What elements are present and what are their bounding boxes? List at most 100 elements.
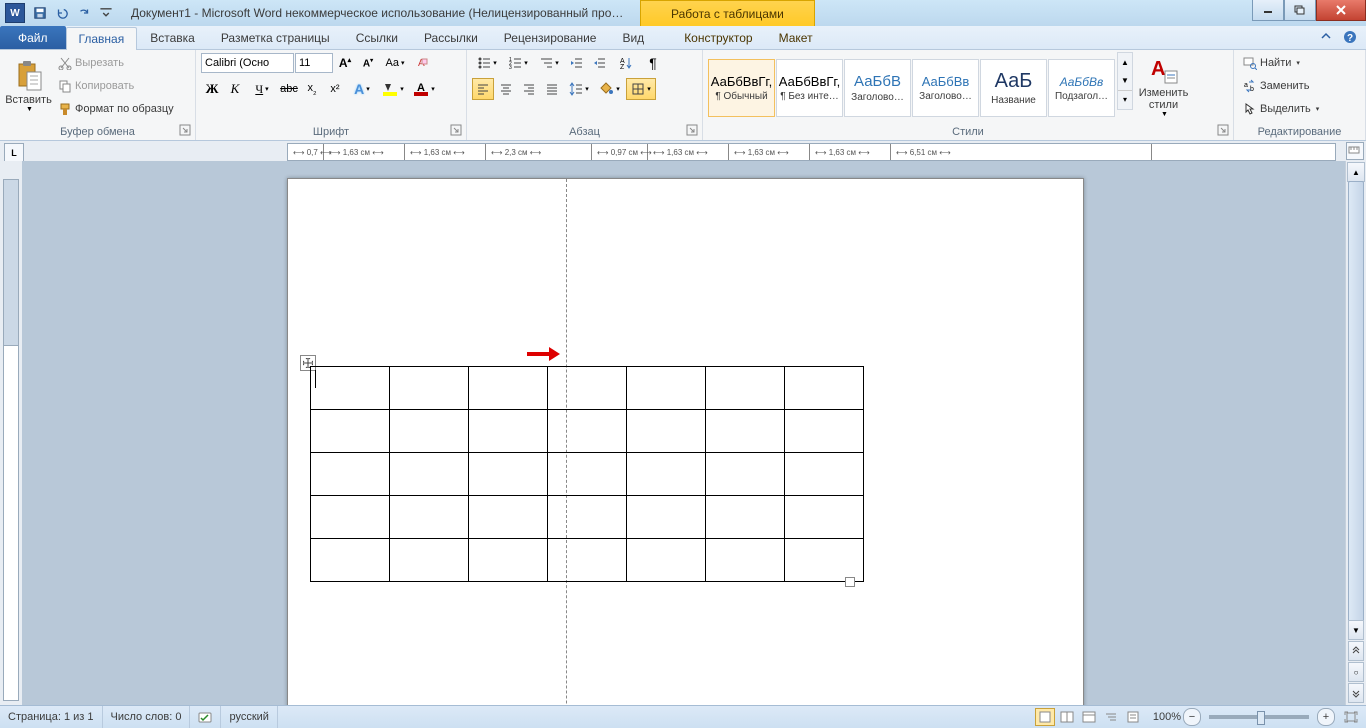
find-button[interactable]: Найти▾ <box>1239 52 1323 74</box>
bold-button[interactable]: Ж <box>201 78 223 100</box>
style-item-1[interactable]: АаБбВвГг,¶ Без инте… <box>776 59 843 117</box>
save-button[interactable] <box>30 3 50 23</box>
italic-button[interactable]: К <box>224 78 246 100</box>
sort-button[interactable]: AZ <box>611 52 641 74</box>
font-name-input[interactable] <box>201 53 294 73</box>
ruler-toggle-button[interactable] <box>1346 142 1364 160</box>
status-word-count[interactable]: Число слов: 0 <box>103 706 191 728</box>
tab-table-layout[interactable]: Макет <box>766 26 826 49</box>
scroll-up-button[interactable]: ▲ <box>1347 162 1365 182</box>
styles-gallery-more[interactable]: ▲▼▾ <box>1117 52 1133 110</box>
zoom-out-button[interactable]: − <box>1183 708 1201 726</box>
text-effects-button[interactable]: A▾ <box>347 78 377 100</box>
svg-text:a: a <box>1244 82 1248 89</box>
paragraph-dialog-launcher[interactable] <box>686 124 700 138</box>
format-painter-button[interactable]: Формат по образцу <box>54 98 178 120</box>
view-outline-button[interactable] <box>1101 708 1121 726</box>
view-web-layout-button[interactable] <box>1079 708 1099 726</box>
shading-button[interactable]: ▾ <box>595 78 625 100</box>
font-color-button[interactable]: A▾ <box>409 78 439 100</box>
view-print-layout-button[interactable] <box>1035 708 1055 726</box>
numbering-button[interactable]: 123▾ <box>503 52 533 74</box>
group-paragraph: ▾ 123▾ ▾ AZ ¶ ▾ ▾ ▾ А <box>467 50 703 140</box>
scroll-thumb[interactable] <box>1348 181 1364 623</box>
horizontal-ruler[interactable]: ⟷ 0,7 ⟷⟷ 1,63 см ⟷⟷ 1,63 см ⟷⟷ 2,3 см ⟷⟷… <box>287 143 1336 161</box>
style-item-3[interactable]: АаБбВвЗаголово… <box>912 59 979 117</box>
copy-button[interactable]: Копировать <box>54 75 178 97</box>
change-styles-button[interactable]: A Изменить стили ▼ <box>1135 52 1192 120</box>
tab-insert[interactable]: Вставка <box>137 26 208 49</box>
vertical-scrollbar[interactable]: ▲ ▼ ○ <box>1345 161 1366 706</box>
view-draft-button[interactable] <box>1123 708 1143 726</box>
style-item-2[interactable]: АаБбВЗаголово… <box>844 59 911 117</box>
tab-mailings[interactable]: Рассылки <box>411 26 491 49</box>
browse-object-button[interactable]: ○ <box>1348 662 1364 682</box>
minimize-ribbon-button[interactable] <box>1318 29 1334 45</box>
font-dialog-launcher[interactable] <box>450 124 464 138</box>
vertical-ruler[interactable] <box>0 161 23 706</box>
highlight-button[interactable]: ▾ <box>378 78 408 100</box>
help-button[interactable]: ? <box>1342 29 1358 45</box>
zoom-percent[interactable]: 100% <box>1153 711 1181 723</box>
tab-references[interactable]: Ссылки <box>343 26 411 49</box>
style-item-4[interactable]: АаБНазвание <box>980 59 1047 117</box>
status-spellcheck[interactable] <box>190 706 221 728</box>
zoom-slider-thumb[interactable] <box>1257 711 1265 725</box>
strikethrough-button[interactable]: abc <box>278 78 300 100</box>
tab-home[interactable]: Главная <box>66 27 138 50</box>
superscript-button[interactable]: x² <box>324 78 346 100</box>
zoom-fit-button[interactable] <box>1341 708 1361 726</box>
close-button[interactable] <box>1316 0 1366 21</box>
show-marks-button[interactable]: ¶ <box>642 52 664 74</box>
scroll-down-button[interactable]: ▼ <box>1348 620 1364 640</box>
prev-page-button[interactable] <box>1348 641 1364 661</box>
minimize-button[interactable] <box>1252 0 1284 21</box>
align-left-button[interactable] <box>472 78 494 100</box>
status-language[interactable]: русский <box>221 706 277 728</box>
font-size-input[interactable] <box>295 53 333 73</box>
tab-view[interactable]: Вид <box>609 26 657 49</box>
select-button[interactable]: Выделить▾ <box>1239 98 1323 120</box>
svg-text:A: A <box>1151 58 1165 80</box>
clipboard-dialog-launcher[interactable] <box>179 124 193 138</box>
style-item-5[interactable]: АаБбВвПодзагол… <box>1048 59 1115 117</box>
subscript-button[interactable]: x₂ <box>301 78 323 100</box>
decrease-indent-button[interactable] <box>565 52 587 74</box>
maximize-button[interactable] <box>1284 0 1316 21</box>
shrink-font-button[interactable]: A▾ <box>357 52 379 74</box>
multilevel-list-button[interactable]: ▾ <box>534 52 564 74</box>
status-page[interactable]: Страница: 1 из 1 <box>0 706 103 728</box>
tab-review[interactable]: Рецензирование <box>491 26 610 49</box>
increase-indent-button[interactable] <box>588 52 610 74</box>
paste-button[interactable]: Вставить ▼ <box>5 52 52 120</box>
align-center-button[interactable] <box>495 78 517 100</box>
document-workspace[interactable] <box>22 161 1346 706</box>
grow-font-button[interactable]: A▴ <box>334 52 356 74</box>
align-right-button[interactable] <box>518 78 540 100</box>
clear-formatting-button[interactable]: A <box>411 52 433 74</box>
tab-page-layout[interactable]: Разметка страницы <box>208 26 343 49</box>
next-page-button[interactable] <box>1348 683 1364 703</box>
tab-file[interactable]: Файл <box>0 26 66 49</box>
cut-button[interactable]: Вырезать <box>54 52 178 74</box>
change-case-button[interactable]: Aa▾ <box>380 52 410 74</box>
styles-dialog-launcher[interactable] <box>1217 124 1231 138</box>
underline-button[interactable]: Ч▾ <box>247 78 277 100</box>
line-spacing-button[interactable]: ▾ <box>564 78 594 100</box>
table-resize-handle[interactable] <box>845 577 855 587</box>
redo-button[interactable] <box>74 3 94 23</box>
borders-button[interactable]: ▾ <box>626 78 656 100</box>
replace-button[interactable]: abЗаменить <box>1239 75 1323 97</box>
undo-button[interactable] <box>52 3 72 23</box>
qat-customize-button[interactable] <box>96 3 116 23</box>
zoom-in-button[interactable]: + <box>1317 708 1335 726</box>
view-full-screen-button[interactable] <box>1057 708 1077 726</box>
tab-table-design[interactable]: Конструктор <box>671 26 765 49</box>
justify-button[interactable] <box>541 78 563 100</box>
style-item-0[interactable]: АаБбВвГг,¶ Обычный <box>708 59 775 117</box>
zoom-slider[interactable] <box>1209 715 1309 719</box>
bullets-button[interactable]: ▾ <box>472 52 502 74</box>
tab-stop-selector[interactable]: L <box>4 143 24 163</box>
document-table[interactable] <box>310 366 864 582</box>
chevron-down-icon: ▼ <box>1161 111 1168 118</box>
